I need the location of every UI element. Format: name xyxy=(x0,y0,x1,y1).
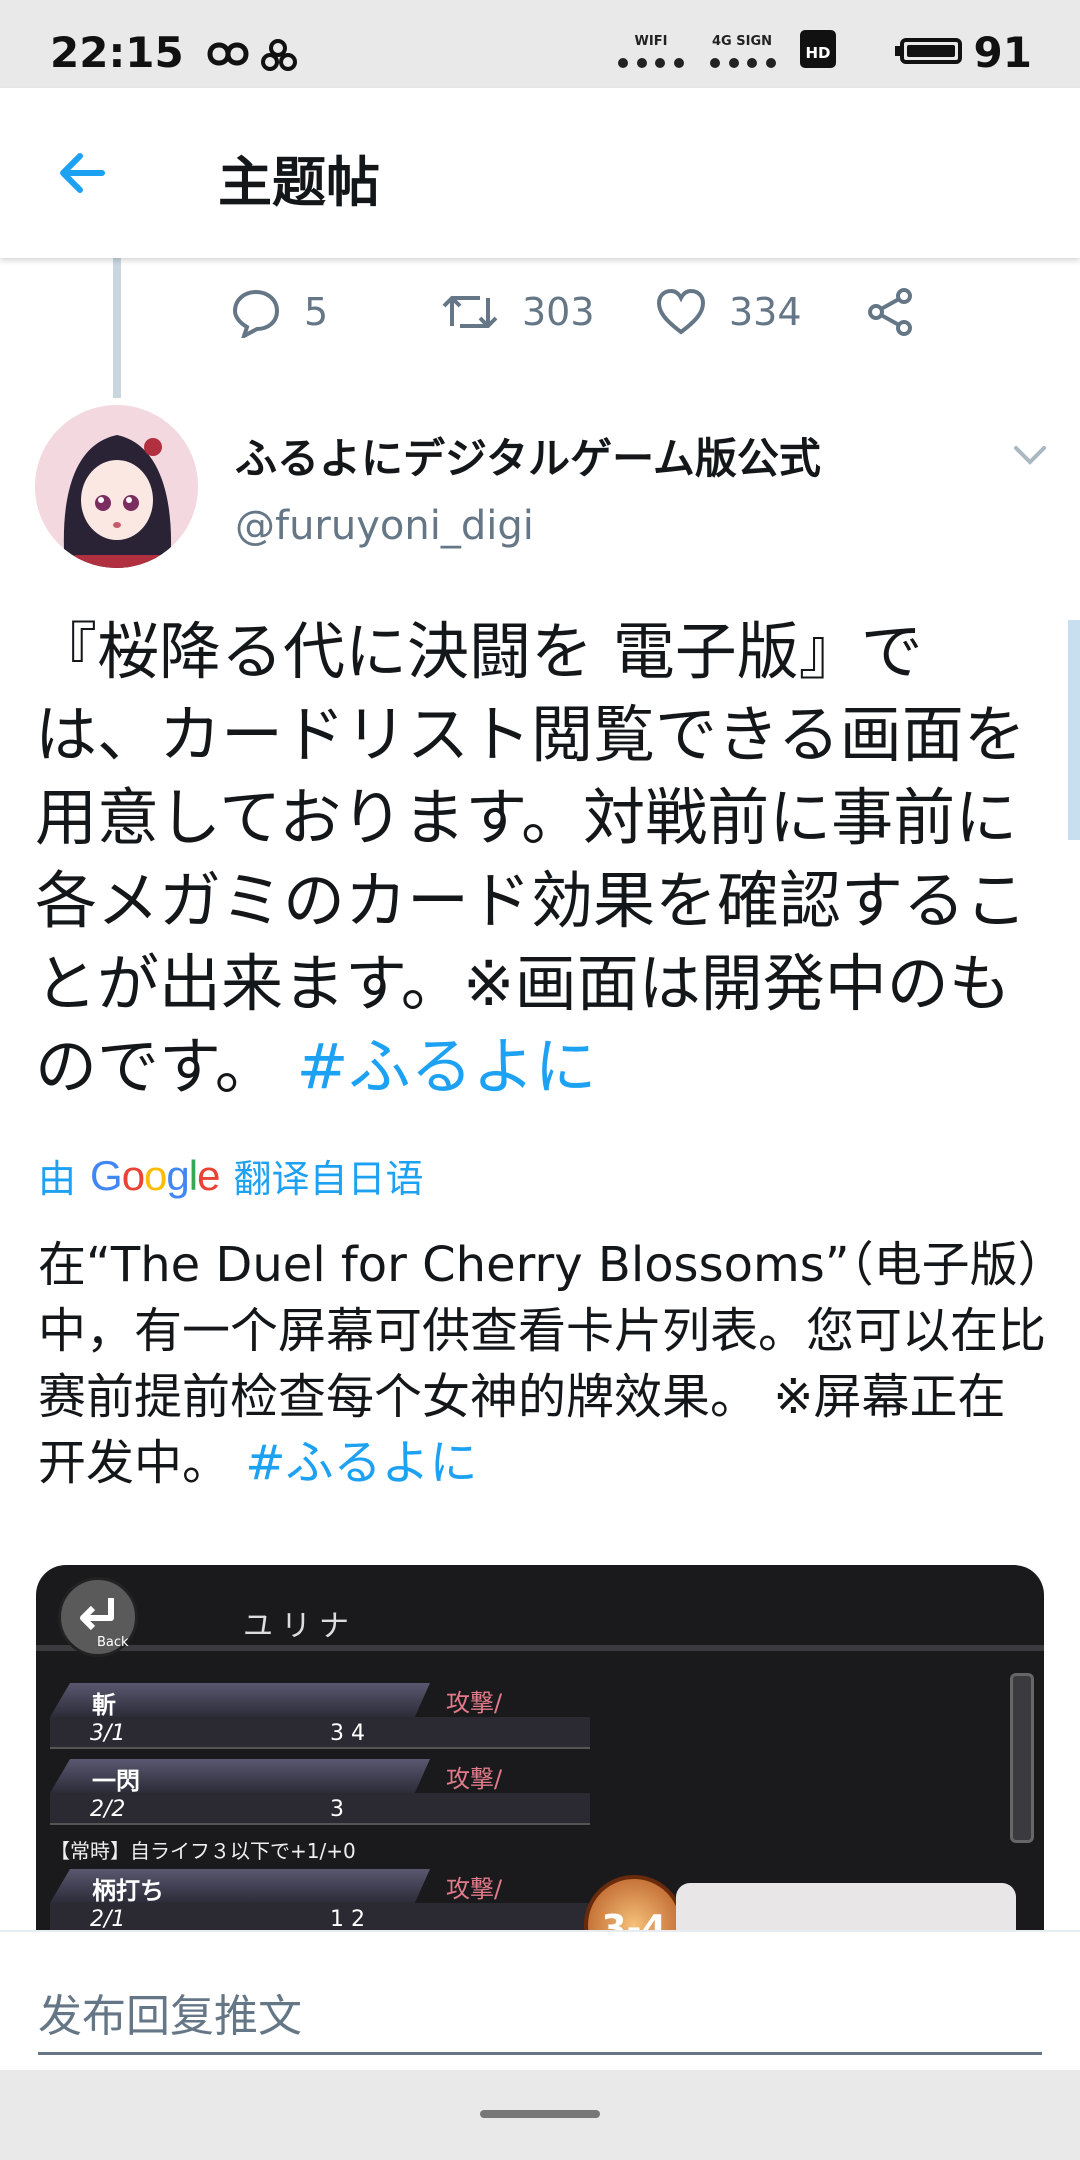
share-button[interactable] xyxy=(866,282,916,342)
card-value: 1 2 xyxy=(330,1907,365,1932)
card-stat: 2/2 xyxy=(90,1797,126,1822)
author-name[interactable]: ふるよにデジタルゲーム版公式 xyxy=(235,425,821,486)
tweet-menu-button[interactable] xyxy=(1010,440,1050,470)
avatar[interactable] xyxy=(35,405,198,568)
reply-input[interactable]: 发布回复推文 xyxy=(38,1980,302,2044)
media-scrollbar xyxy=(1010,1673,1034,1843)
heart-icon xyxy=(656,288,706,335)
card-value: 3 4 xyxy=(330,1721,365,1746)
retweet-icon xyxy=(442,296,498,328)
card-type: 攻撃/ xyxy=(446,1689,503,1717)
translated-body: 在“The Duel for Cherry Blossoms”（电子版）中，有一… xyxy=(38,1237,1047,1491)
media-title: ユリナ xyxy=(243,1609,357,1644)
page-title: 主题帖 xyxy=(218,151,380,214)
translate-suffix: 翻译自日语 xyxy=(233,1157,424,1201)
battery-level: 91 xyxy=(973,28,1032,77)
wifi-label: WIFI xyxy=(634,34,668,49)
status-time: 22:15 xyxy=(50,28,184,77)
translate-prefix: 由 xyxy=(38,1157,77,1201)
card-type: 攻撃/ xyxy=(446,1765,503,1793)
status-notification-icons xyxy=(200,34,310,78)
translated-hashtag-link[interactable]: #ふるよに xyxy=(245,1435,477,1491)
card-name: 斬 xyxy=(92,1691,116,1719)
card-row: 柄打ち 攻撃/ 2/1 1 2 xyxy=(50,1869,610,1935)
reply-input-underline xyxy=(38,2052,1042,2055)
reply-count: 5 xyxy=(304,290,329,334)
card-stat: 2/1 xyxy=(90,1907,126,1932)
card-row: 一閃 攻撃/ 2/2 3 xyxy=(50,1759,610,1825)
infinity-icon xyxy=(207,39,297,71)
translated-text: 在“The Duel for Cherry Blossoms”（电子版）中，有一… xyxy=(38,1232,1048,1496)
card-name: 一閃 xyxy=(92,1767,140,1795)
reply-button[interactable]: 5 xyxy=(230,282,328,342)
home-gesture-bar[interactable] xyxy=(480,2110,600,2118)
wifi-signal-icon xyxy=(618,58,684,68)
card-row: 斬 攻撃/ 3/1 3 4 xyxy=(50,1683,610,1749)
media-divider xyxy=(36,1645,1044,1651)
battery-icon xyxy=(900,38,962,64)
cell-signal-icon xyxy=(710,58,776,68)
app-header: 主题帖 xyxy=(0,88,1080,258)
card-stat: 3/1 xyxy=(90,1721,126,1746)
like-button[interactable]: 334 xyxy=(655,282,802,342)
card-name: 柄打ち xyxy=(92,1877,164,1905)
reply-icon xyxy=(232,289,280,338)
scroll-indicator xyxy=(1068,620,1080,840)
system-nav-bar xyxy=(0,2070,1080,2160)
chevron-down-icon xyxy=(1014,446,1046,465)
card-type: 攻撃/ xyxy=(446,1875,503,1903)
arrow-left-icon xyxy=(60,153,105,193)
retweet-button[interactable]: 303 xyxy=(440,282,595,342)
link-icon xyxy=(261,39,297,71)
google-logo: Google xyxy=(90,1151,220,1199)
card-note: 【常時】自ライフ３以下で+1/+0 xyxy=(50,1839,356,1863)
signal-label: 4G SIGN xyxy=(712,34,772,49)
status-right-group: WIFI 4G SIGN HD 91 xyxy=(618,28,1032,77)
hashtag-link[interactable]: #ふるよに xyxy=(297,1030,597,1103)
retweet-count: 303 xyxy=(522,290,595,334)
author-handle[interactable]: @furuyoni_digi xyxy=(235,503,534,549)
hd-icon: HD xyxy=(800,30,836,68)
tweet-action-bar: 5 303 334 xyxy=(230,282,930,342)
avatar-illustration xyxy=(35,405,198,568)
back-button[interactable] xyxy=(50,138,120,208)
share-icon xyxy=(868,288,912,336)
reply-composer: 发布回复推文 xyxy=(0,1930,1080,2070)
status-bar: 22:15 WIFI 4G SIGN HD 91 xyxy=(0,0,1080,88)
like-count: 334 xyxy=(729,290,802,334)
tweet-text: 『桜降る代に決闘を 電子版』では、カードリスト閲覧できる画面を用意しております。… xyxy=(35,610,1045,1108)
card-value: 3 xyxy=(330,1797,344,1822)
thread-connector-line xyxy=(113,258,121,398)
translation-attribution[interactable]: 由 Google 翻译自日语 xyxy=(38,1148,423,1203)
